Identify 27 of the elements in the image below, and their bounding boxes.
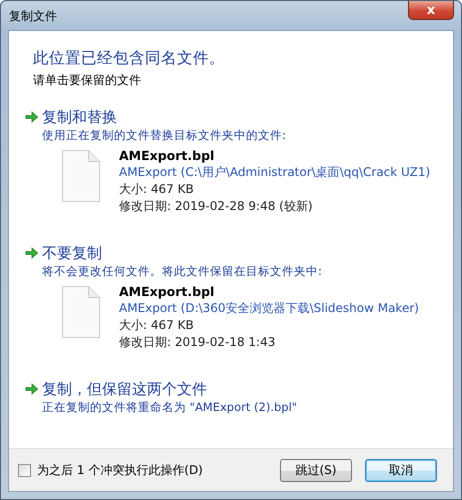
- arrow-icon: [25, 383, 38, 395]
- dialog-heading: 此位置已经包含同名文件。: [33, 48, 226, 69]
- close-button[interactable]: x: [408, 1, 454, 20]
- file-size: 大小: 467 KB: [119, 181, 195, 198]
- file-name: AMExport.bpl: [119, 147, 216, 164]
- file-size: 大小: 467 KB: [119, 317, 195, 334]
- checkbox-label[interactable]: 为之后 1 个冲突执行此操作(D): [37, 462, 203, 478]
- file-modified: 修改日期: 2019-02-28 9:48 (较新): [119, 198, 314, 215]
- option-title[interactable]: 复制和替换: [42, 107, 117, 127]
- file-modified: 修改日期: 2019-02-18 1:43: [119, 334, 276, 351]
- file-location: AMExport (D:\360安全浏览器下载\Slideshow Maker): [119, 300, 419, 317]
- checkbox[interactable]: [18, 464, 31, 476]
- arrow-icon: [25, 247, 38, 259]
- dialog-button[interactable]: 跳过(S): [280, 458, 352, 482]
- instruction-text: 请单击要保留的文件: [33, 72, 142, 89]
- option-title[interactable]: 复制，但保留这两个文件: [42, 379, 207, 399]
- option-description: 正在复制的文件将重命名为 "AMExport (2).bpl": [42, 399, 298, 415]
- arrow-icon: [25, 111, 38, 123]
- file-name: AMExport.bpl: [119, 283, 216, 300]
- dialog-button[interactable]: 取消: [365, 458, 437, 482]
- file-icon: [59, 285, 103, 339]
- option-description: 将不会更改任何文件。将此文件保留在目标文件夹中:: [42, 263, 323, 279]
- option-title[interactable]: 不要复制: [42, 243, 102, 263]
- option-description: 使用正在复制的文件替换目标文件夹中的文件:: [42, 127, 287, 143]
- file-location: AMExport (C:\用户\Administrator\桌面\qq\Crack UZ1): [119, 164, 430, 181]
- window-title: 复制文件: [9, 8, 57, 25]
- file-icon: [59, 149, 103, 203]
